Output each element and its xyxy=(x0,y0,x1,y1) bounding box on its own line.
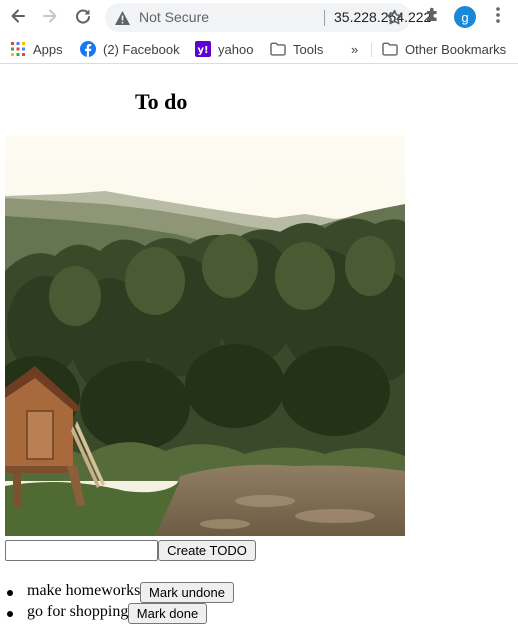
star-icon[interactable] xyxy=(385,8,403,26)
apps-grid-icon xyxy=(10,41,26,57)
bookmark-tools[interactable]: Tools xyxy=(270,40,323,58)
reload-button[interactable] xyxy=(70,5,96,31)
forward-button[interactable] xyxy=(37,5,63,31)
bookmark-apps[interactable]: Apps xyxy=(10,40,63,58)
bookmark-label: (2) Facebook xyxy=(103,41,180,57)
svg-text:y!: y! xyxy=(197,45,208,56)
back-arrow-icon xyxy=(9,7,27,30)
bookmark-label: yahoo xyxy=(218,41,254,57)
todo-text: make homeworks xyxy=(27,582,141,599)
landscape-photo xyxy=(5,136,405,536)
bookmarks-bar: Apps (2) Facebook y! yahoo Tools » Other… xyxy=(0,35,518,64)
kebab-menu-icon xyxy=(495,6,501,29)
page-title: To do xyxy=(135,89,188,114)
forward-arrow-icon xyxy=(41,7,59,30)
list-item: make homeworks Mark undone xyxy=(0,581,518,603)
folder-icon xyxy=(270,41,286,57)
extensions-button[interactable] xyxy=(422,7,442,27)
profile-initial: g xyxy=(461,9,469,25)
bookmark-label: Tools xyxy=(293,41,324,57)
bullet xyxy=(7,611,13,617)
bookmark-other-bookmarks[interactable]: Other Bookmarks xyxy=(382,40,506,58)
facebook-icon xyxy=(80,41,96,57)
reload-icon xyxy=(74,7,92,30)
page-content: To do Create TODO make homeworks Mark un… xyxy=(0,65,518,634)
bookmarks-divider xyxy=(371,43,372,57)
chevron-double-icon: » xyxy=(351,41,359,57)
warning-icon[interactable] xyxy=(113,9,131,27)
puzzle-icon xyxy=(424,6,441,28)
list-item: go for shopping Mark done xyxy=(0,602,518,624)
mark-undone-button[interactable]: Mark undone xyxy=(140,582,234,603)
folder-icon xyxy=(382,41,398,57)
bookmark-yahoo[interactable]: y! yahoo xyxy=(195,40,253,58)
bookmark-label: Other Bookmarks xyxy=(405,41,507,57)
browser-toolbar: Not Secure 35.228.254.222 g xyxy=(0,0,518,35)
profile-avatar[interactable]: g xyxy=(454,6,476,28)
mark-done-button[interactable]: Mark done xyxy=(128,603,207,624)
create-todo-button[interactable]: Create TODO xyxy=(158,540,256,561)
bullet xyxy=(7,590,13,596)
bookmarks-overflow-button[interactable]: » xyxy=(351,40,358,58)
address-bar[interactable]: Not Secure 35.228.254.222 xyxy=(105,3,431,32)
url-text[interactable]: 35.228.254.222 xyxy=(334,9,431,25)
omnibox-divider xyxy=(324,10,325,26)
security-status[interactable]: Not Secure xyxy=(139,9,209,25)
todo-input[interactable] xyxy=(5,540,158,561)
yahoo-icon: y! xyxy=(195,41,211,57)
bookmark-label: Apps xyxy=(33,41,63,57)
browser-menu-button[interactable] xyxy=(488,6,508,29)
todo-text: go for shopping xyxy=(27,603,129,620)
back-button[interactable] xyxy=(5,5,31,31)
bookmark-facebook[interactable]: (2) Facebook xyxy=(80,40,180,58)
